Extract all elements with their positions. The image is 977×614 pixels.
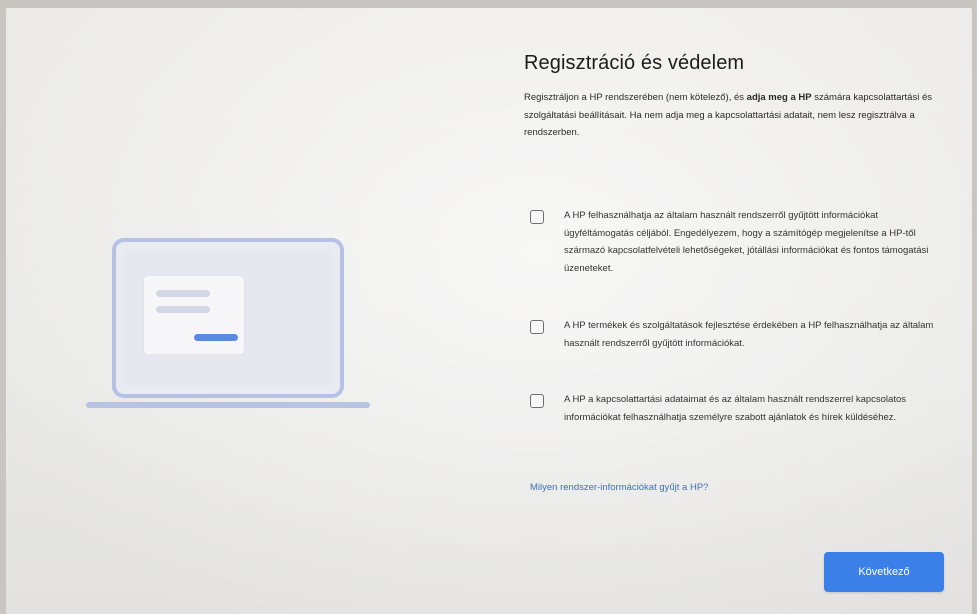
laptop-base: [86, 402, 370, 408]
illustration-dialog-button: [194, 334, 238, 341]
intro-text-bold: adja meg a HP: [746, 92, 812, 103]
intro-text-part1: Regisztráljon a HP rendszerében (nem köt…: [524, 92, 747, 103]
page-title: Regisztráció és védelem: [524, 52, 745, 74]
intro-text: Regisztráljon a HP rendszerében (nem köt…: [524, 89, 942, 142]
option-marketing-label: A HP a kapcsolattartási adataimat és az …: [564, 394, 906, 423]
illustration-dialog-line: [156, 306, 210, 313]
laptop-illustration-icon: [86, 238, 370, 418]
content-panel: Regisztráció és védelem Regisztráljon a …: [524, 52, 944, 142]
illustration-dialog: [144, 276, 244, 354]
option-support-label: A HP felhasználhatja az általam használt…: [564, 210, 929, 274]
checkbox-marketing[interactable]: [530, 394, 544, 408]
system-info-link[interactable]: Milyen rendszer-információkat gyűjt a HP…: [530, 482, 708, 493]
illustration-dialog-line: [156, 290, 210, 297]
checkbox-improvement[interactable]: [530, 320, 544, 334]
option-improvement-label: A HP termékek és szolgáltatások fejleszt…: [564, 320, 934, 349]
next-button[interactable]: Következő: [824, 552, 944, 592]
checkbox-support[interactable]: [530, 210, 544, 224]
